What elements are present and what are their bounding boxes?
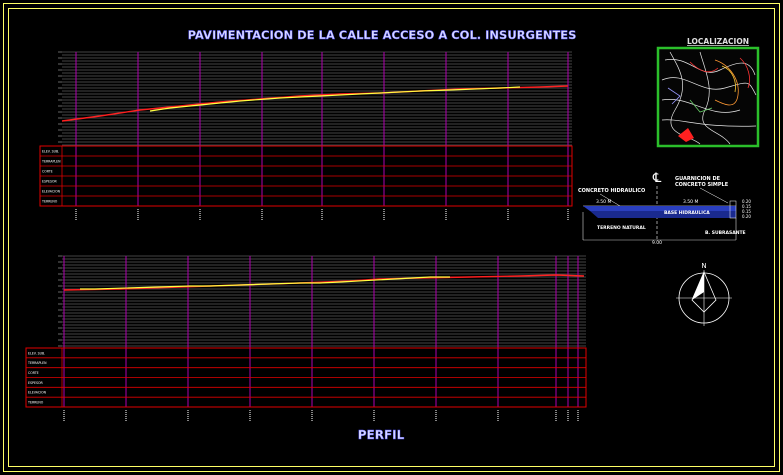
profile-table-row-label: TERRAPLEN	[27, 361, 47, 365]
bottom-profile-grid	[58, 255, 586, 347]
bottom-profile-verticals	[63, 256, 579, 421]
north-label: N	[701, 262, 706, 270]
section-dim-4: 0.20	[742, 214, 751, 219]
section-left-width: 3.50 M	[596, 199, 611, 205]
top-profile-line-yellow	[149, 86, 521, 112]
section-left-callout: CONCRETO HIDRAULICO	[578, 188, 645, 194]
profile-table-row-label: ELEVACION	[28, 391, 47, 395]
top-profile-grid	[58, 51, 572, 146]
profile-table-row-label: TERRAPLEN	[41, 160, 61, 164]
profile-table-row-label: ELEVACION	[42, 190, 61, 194]
location-map	[656, 46, 760, 148]
profile-table-row-label: CORTE	[42, 170, 53, 174]
profile-table-row-label: CORTE	[28, 371, 39, 375]
profile-table-row-label: ESPESOR	[28, 381, 44, 385]
section-total-width: 9.00	[652, 240, 662, 246]
bottom-profile-table: ELEV. SUB. TERRAPLEN CORTE ESPESOR ELEVACION…	[25, 347, 587, 408]
section-subbase-label: B. SUBRASANTE	[705, 230, 746, 236]
typical-section: ℄ CONCRETO HIDRAULICO GUARNICION DE CONC…	[578, 171, 751, 246]
drawing-title: PAVIMENTACION DE LA CALLE ACCESO A COL. …	[188, 28, 577, 42]
top-profile-table: ELEV. SUB. TERRAPLEN CORTE ESPESOR ELEVACION…	[39, 145, 573, 207]
perfil-label: PERFIL	[358, 428, 405, 442]
section-right-callout-2: CONCRETO SIMPLE	[675, 182, 729, 188]
profile-table-row-label: ELEV. SUB.	[28, 351, 45, 355]
profile-table-row-label: ELEV. SUB.	[42, 150, 59, 154]
north-arrow: N	[676, 262, 732, 326]
section-right-width: 3.50 M	[683, 199, 698, 205]
profile-table-row-label: TERRENO	[41, 200, 58, 204]
section-centerline-symbol: ℄	[652, 171, 662, 186]
profile-table-row-label: ESPESOR	[42, 180, 58, 184]
location-title: LOCALIZACION	[687, 37, 749, 46]
section-base-label: BASE HIDRAULICA	[664, 210, 710, 216]
profile-table-row-label: TERRENO	[27, 401, 44, 405]
cad-drawing-sheet: PAVIMENTACION DE LA CALLE ACCESO A COL. …	[3, 3, 780, 472]
section-ground-label: TERRENO NATURAL	[597, 225, 646, 231]
